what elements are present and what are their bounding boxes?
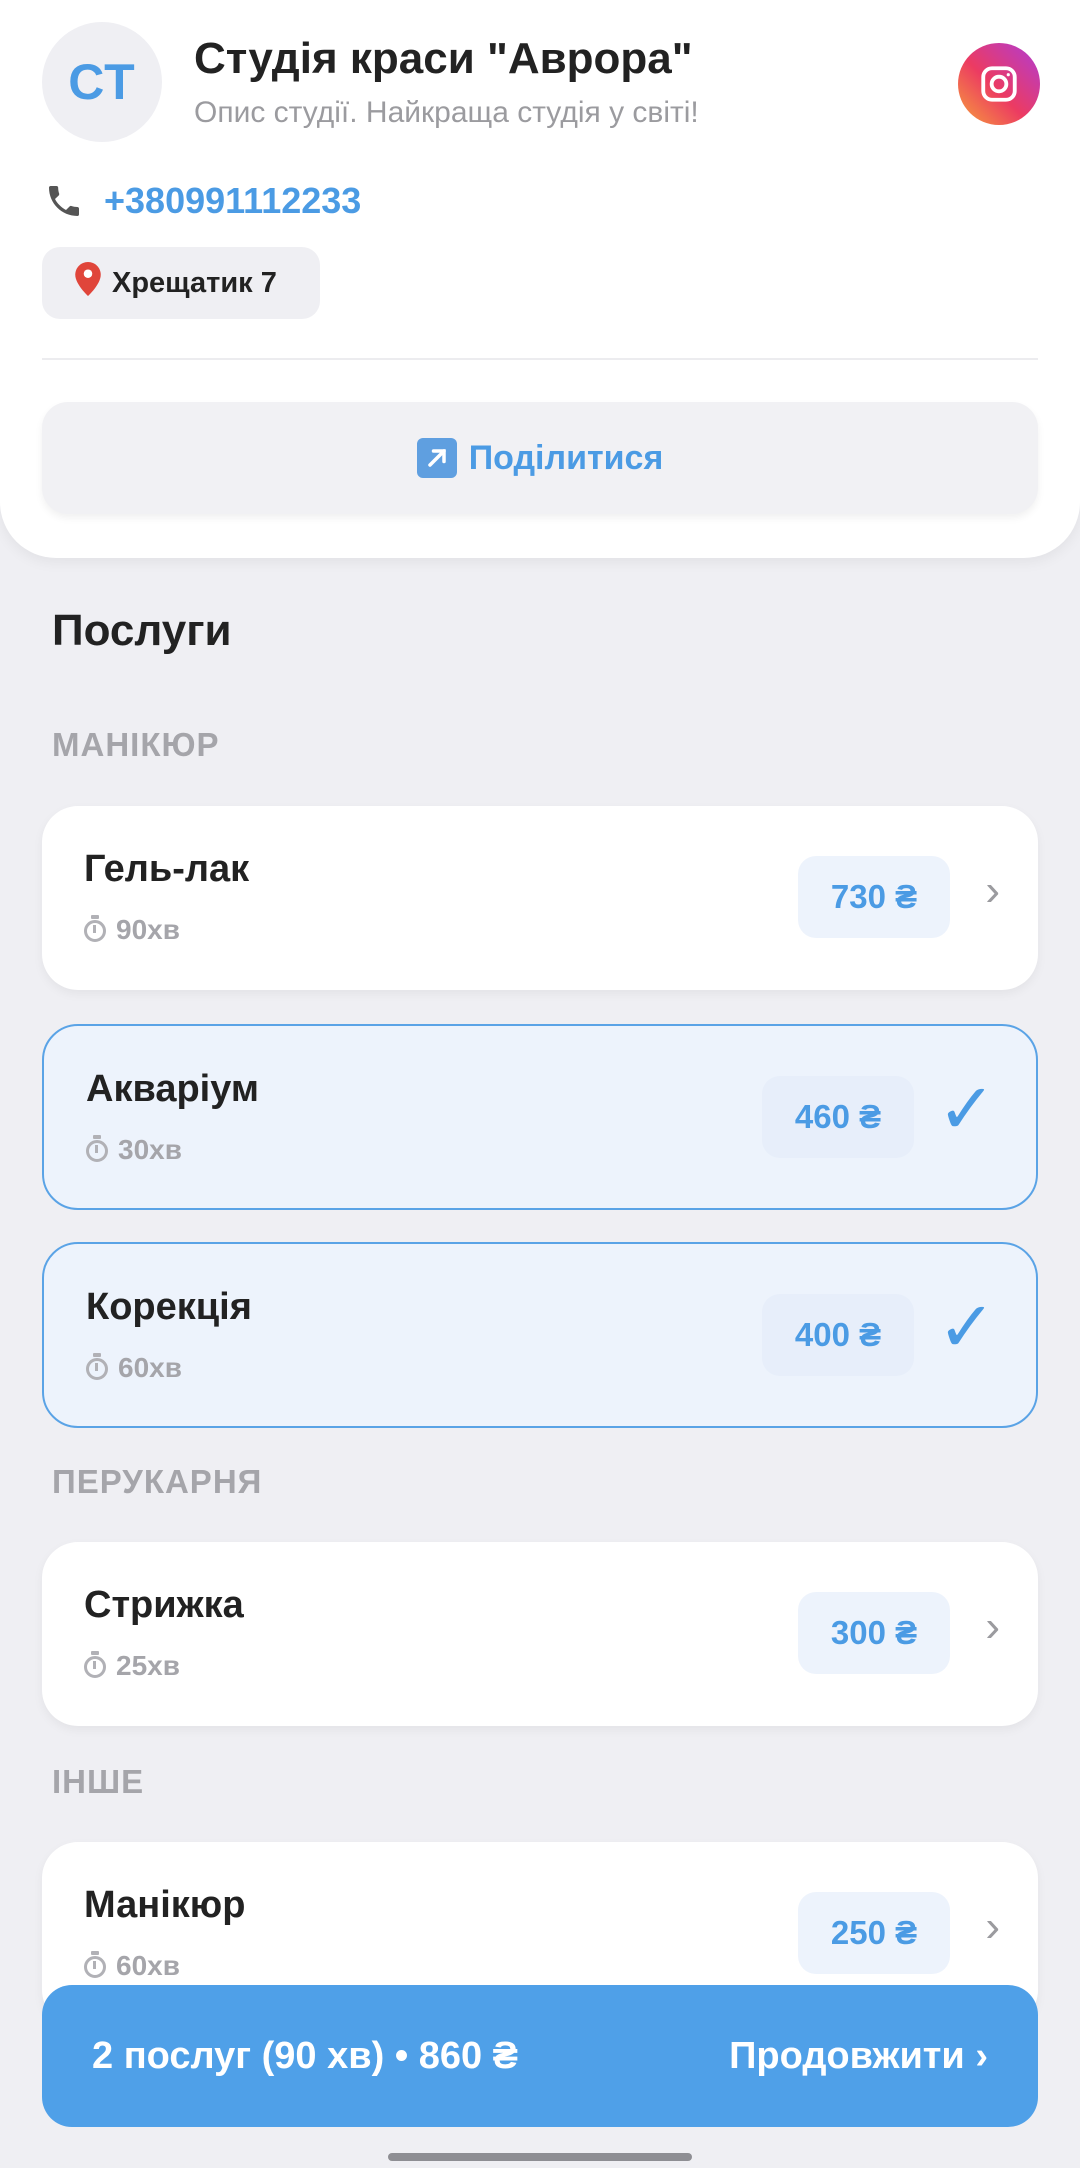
share-button[interactable]: Поділитися <box>42 402 1038 514</box>
service-duration: 30хв <box>86 1134 182 1166</box>
chevron-right-icon: › <box>985 866 1000 915</box>
service-price: 250 ₴ <box>798 1892 950 1974</box>
timer-icon <box>84 1651 106 1678</box>
continue-bar[interactable]: 2 послуг (90 хв) • 860 ₴ Продовжити › <box>42 1985 1038 2127</box>
header-divider <box>42 358 1038 360</box>
service-card-akvarium[interactable]: Акваріум 30хв 460 ₴ ✓ <box>42 1024 1038 1210</box>
timer-icon <box>86 1135 108 1162</box>
service-duration-text: 60хв <box>116 1950 180 1981</box>
service-name: Стрижка <box>84 1584 244 1626</box>
service-duration-text: 90хв <box>116 914 180 945</box>
chevron-right-icon: › <box>985 1602 1000 1651</box>
checkmark-icon: ✓ <box>937 1288 996 1366</box>
home-indicator[interactable] <box>388 2153 692 2161</box>
category-title-manicure: МАНІКЮР <box>52 726 220 763</box>
share-arrow-icon <box>416 438 457 478</box>
continue-button[interactable]: Продовжити › <box>729 2035 988 2078</box>
service-card-korektsiia[interactable]: Корекція 60хв 400 ₴ ✓ <box>42 1242 1038 1428</box>
service-card-gel-lak[interactable]: Гель-лак 90хв 730 ₴ › <box>42 806 1038 990</box>
service-duration-text: 30хв <box>118 1134 182 1165</box>
address-text: Хрещатик 7 <box>112 266 277 299</box>
selection-summary: 2 послуг (90 хв) • 860 ₴ <box>92 2034 518 2077</box>
phone-icon <box>42 179 86 223</box>
service-card-stryzhka[interactable]: Стрижка 25хв 300 ₴ › <box>42 1542 1038 1726</box>
address-chip[interactable]: Хрещатик 7 <box>42 247 320 319</box>
service-duration-text: 60хв <box>118 1352 182 1383</box>
studio-avatar: СТ <box>42 22 162 142</box>
service-name: Корекція <box>86 1286 252 1328</box>
avatar-initials: СТ <box>68 54 136 110</box>
studio-name: Студія краси "Аврора" <box>194 34 693 83</box>
instagram-icon <box>981 66 1017 102</box>
instagram-button[interactable] <box>958 43 1040 125</box>
service-price: 300 ₴ <box>798 1592 950 1674</box>
category-title-other: ІНШЕ <box>52 1763 145 1800</box>
phone-link[interactable]: +380991112233 <box>42 176 361 226</box>
service-duration: 90хв <box>84 914 180 946</box>
service-price: 460 ₴ <box>762 1076 914 1158</box>
timer-icon <box>86 1353 108 1380</box>
category-title-hairdresser: ПЕРУКАРНЯ <box>52 1463 263 1500</box>
studio-description: Опис студії. Найкраща студія у світі! <box>194 96 699 129</box>
studio-header-card: СТ Студія краси "Аврора" Опис студії. На… <box>0 0 1080 558</box>
phone-number[interactable]: +380991112233 <box>104 180 361 222</box>
service-duration: 60хв <box>84 1950 180 1982</box>
share-label: Поділитися <box>468 438 664 477</box>
service-price: 730 ₴ <box>798 856 950 938</box>
checkmark-icon: ✓ <box>937 1070 996 1148</box>
service-name: Гель-лак <box>84 848 250 890</box>
service-name: Манікюр <box>84 1884 246 1926</box>
chevron-right-icon: › <box>985 1902 1000 1951</box>
service-name: Акваріум <box>86 1068 259 1110</box>
services-title: Послуги <box>52 606 232 655</box>
service-duration-text: 25хв <box>116 1650 180 1681</box>
service-duration: 25хв <box>84 1650 180 1682</box>
timer-icon <box>84 915 106 942</box>
service-price: 400 ₴ <box>762 1294 914 1376</box>
timer-icon <box>84 1951 106 1978</box>
service-duration: 60хв <box>86 1352 182 1384</box>
pin-icon <box>72 262 104 304</box>
